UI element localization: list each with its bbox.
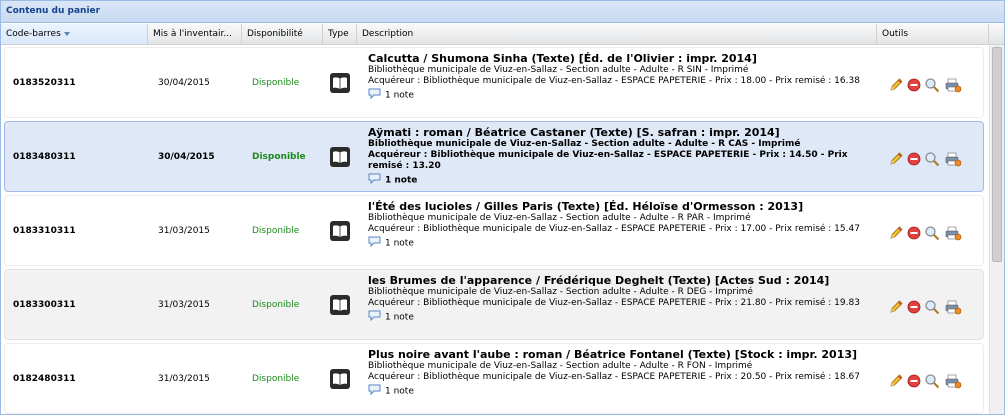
table-row[interactable]: 0183480311 30/04/2015 Disponible Aÿmati … xyxy=(4,121,984,192)
print-icon[interactable] xyxy=(944,299,962,315)
search-magnifier-icon[interactable] xyxy=(924,299,940,315)
book-icon xyxy=(330,369,350,389)
record-location: Bibliothèque municipale de Viuz-en-Salla… xyxy=(368,287,753,297)
remove-icon[interactable] xyxy=(906,299,922,315)
record-title: Plus noire avant l'aube : roman / Béatri… xyxy=(368,348,858,361)
column-header-tools[interactable]: Outils xyxy=(877,24,989,44)
description-cell: Aÿmati : roman / Béatrice Castaner (Text… xyxy=(368,126,878,188)
description-cell: Plus noire avant l'aube : roman / Béatri… xyxy=(368,348,878,399)
speech-bubble-icon xyxy=(368,384,381,399)
availability-cell: Disponible xyxy=(252,78,300,88)
availability-cell: Disponible xyxy=(252,300,300,310)
print-icon[interactable] xyxy=(944,225,962,241)
panel-title: Contenu du panier xyxy=(1,1,1004,23)
edit-pencil-icon[interactable] xyxy=(888,77,904,93)
column-header-type[interactable]: Type xyxy=(323,24,357,44)
record-acquirer: Acquéreur : Bibliothèque municipale de V… xyxy=(368,76,860,86)
speech-bubble-icon xyxy=(368,310,381,325)
notes-link[interactable]: 1 note xyxy=(368,236,878,251)
barcode-cell: 0183520311 xyxy=(13,78,76,88)
description-cell: Calcutta / Shumona Sinha (Texte) [Éd. de… xyxy=(368,52,878,103)
edit-pencil-icon[interactable] xyxy=(888,373,904,389)
column-header-description[interactable]: Description xyxy=(357,24,877,44)
inventory-date-cell: 31/03/2015 xyxy=(158,374,210,384)
record-acquirer: Acquéreur : Bibliothèque municipale de V… xyxy=(368,298,860,308)
notes-count: 1 note xyxy=(385,312,414,323)
barcode-cell: 0182480311 xyxy=(13,374,76,384)
table-row[interactable]: 0183520311 30/04/2015 Disponible Calcutt… xyxy=(4,47,984,118)
table-row[interactable]: 0183310311 31/03/2015 Disponible l'Été d… xyxy=(4,195,984,266)
record-title: l'Été des lucioles / Gilles Paris (Texte… xyxy=(368,200,804,213)
record-location: Bibliothèque municipale de Viuz-en-Salla… xyxy=(368,65,749,75)
inventory-date-cell: 30/04/2015 xyxy=(158,78,210,88)
inventory-date-cell: 31/03/2015 xyxy=(158,300,210,310)
edit-pencil-icon[interactable] xyxy=(888,299,904,315)
notes-count: 1 note xyxy=(385,238,414,249)
barcode-cell: 0183310311 xyxy=(13,226,76,236)
inventory-date-cell: 30/04/2015 xyxy=(158,152,215,162)
record-acquirer: Acquéreur : Bibliothèque municipale de V… xyxy=(368,372,860,382)
notes-link[interactable]: 1 note xyxy=(368,88,878,103)
grid-header: Code-barres Mis à l'inventair... Disponi… xyxy=(1,24,1004,45)
description-cell: l'Été des lucioles / Gilles Paris (Texte… xyxy=(368,200,878,251)
remove-icon[interactable] xyxy=(906,77,922,93)
book-icon xyxy=(330,147,350,167)
barcode-cell: 0183300311 xyxy=(13,300,76,310)
column-header-availability[interactable]: Disponibilité xyxy=(242,24,323,44)
speech-bubble-icon xyxy=(368,173,381,188)
availability-cell: Disponible xyxy=(252,226,300,236)
table-row[interactable]: 0182480311 31/03/2015 Disponible Plus no… xyxy=(4,343,984,414)
inventory-date-cell: 31/03/2015 xyxy=(158,226,210,236)
notes-count: 1 note xyxy=(385,175,418,186)
record-acquirer: Acquéreur : Bibliothèque municipale de V… xyxy=(368,224,860,234)
record-location: Bibliothèque municipale de Viuz-en-Salla… xyxy=(368,139,801,149)
print-icon[interactable] xyxy=(944,373,962,389)
basket-panel: Contenu du panier Code-barres Mis à l'in… xyxy=(0,0,1005,415)
notes-link[interactable]: 1 note xyxy=(368,384,878,399)
record-location: Bibliothèque municipale de Viuz-en-Salla… xyxy=(368,213,751,223)
speech-bubble-icon xyxy=(368,236,381,251)
edit-pencil-icon[interactable] xyxy=(888,225,904,241)
search-magnifier-icon[interactable] xyxy=(924,77,940,93)
vertical-scrollbar[interactable] xyxy=(989,45,1004,414)
edit-pencil-icon[interactable] xyxy=(888,151,904,167)
speech-bubble-icon xyxy=(368,88,381,103)
book-icon xyxy=(330,73,350,93)
availability-cell: Disponible xyxy=(252,152,306,162)
notes-link[interactable]: 1 note xyxy=(368,310,878,325)
notes-count: 1 note xyxy=(385,90,414,101)
column-header-date[interactable]: Mis à l'inventair... xyxy=(148,24,242,44)
notes-link[interactable]: 1 note xyxy=(368,173,878,188)
table-row[interactable]: 0183300311 31/03/2015 Disponible les Bru… xyxy=(4,269,984,340)
sort-desc-icon xyxy=(63,31,70,36)
search-magnifier-icon[interactable] xyxy=(924,373,940,389)
search-magnifier-icon[interactable] xyxy=(924,225,940,241)
book-icon xyxy=(330,295,350,315)
description-cell: les Brumes de l'apparence / Frédérique D… xyxy=(368,274,878,325)
record-title: Aÿmati : roman / Béatrice Castaner (Text… xyxy=(368,126,780,139)
record-title: les Brumes de l'apparence / Frédérique D… xyxy=(368,274,830,287)
scrollbar-thumb[interactable] xyxy=(992,47,1002,262)
book-icon xyxy=(330,221,350,241)
record-location: Bibliothèque municipale de Viuz-en-Salla… xyxy=(368,361,753,371)
availability-cell: Disponible xyxy=(252,374,300,384)
remove-icon[interactable] xyxy=(906,151,922,167)
barcode-cell: 0183480311 xyxy=(13,152,76,162)
remove-icon[interactable] xyxy=(906,225,922,241)
print-icon[interactable] xyxy=(944,151,962,167)
notes-count: 1 note xyxy=(385,386,414,397)
record-acquirer: Acquéreur : Bibliothèque municipale de V… xyxy=(368,150,848,171)
search-magnifier-icon[interactable] xyxy=(924,151,940,167)
column-header-barcode[interactable]: Code-barres xyxy=(1,24,148,44)
remove-icon[interactable] xyxy=(906,373,922,389)
record-title: Calcutta / Shumona Sinha (Texte) [Éd. de… xyxy=(368,52,757,65)
print-icon[interactable] xyxy=(944,77,962,93)
